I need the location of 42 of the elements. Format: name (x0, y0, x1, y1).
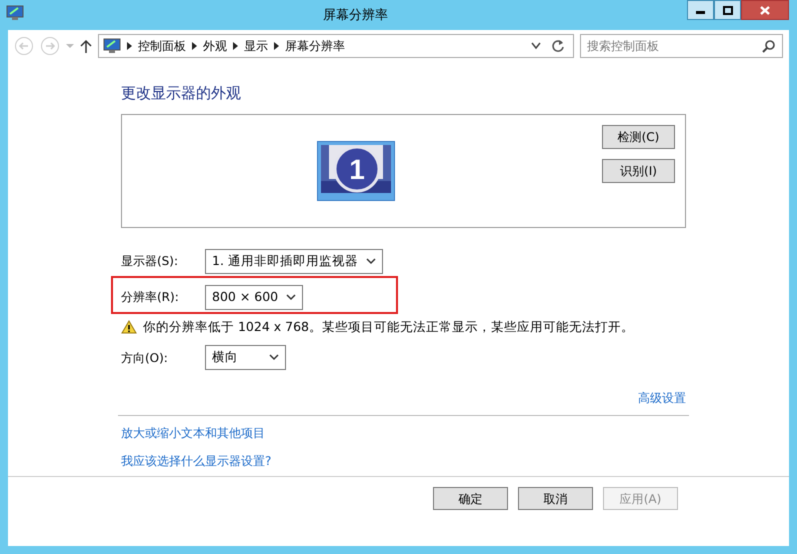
close-icon (760, 6, 770, 14)
monitor-drawing[interactable]: 1 (316, 141, 394, 201)
field-label: 方向(O): (121, 350, 169, 367)
chevron-right-icon (192, 42, 197, 50)
chevron-down-icon (286, 294, 296, 300)
advanced-settings-link[interactable]: 高级设置 (638, 390, 686, 405)
refresh-icon[interactable] (551, 39, 565, 53)
dropdown[interactable]: 1. 通用非即插即用监视器 (205, 248, 383, 274)
window-title: 屏幕分辨率 (322, 7, 389, 25)
help-link[interactable]: 放大或缩小文本和其他项目 (121, 424, 265, 442)
chevron-down-icon[interactable] (531, 42, 541, 50)
breadcrumb-item[interactable]: 显示 (244, 37, 268, 55)
dialog-button[interactable]: 确定 (433, 487, 508, 510)
panel-button[interactable]: 检测(C) (602, 125, 675, 149)
breadcrumb-item[interactable]: 外观 (203, 37, 227, 55)
close-button[interactable] (741, 0, 789, 20)
chevron-down-icon (269, 354, 279, 362)
dropdown[interactable]: 800 × 600 (205, 284, 304, 310)
panel-button[interactable]: 识别(I) (602, 159, 675, 183)
warning-icon (121, 320, 137, 334)
field-label: 显示器(S): (121, 253, 180, 270)
chevron-right-icon (274, 42, 279, 50)
dialog-button[interactable]: 取消 (518, 487, 593, 510)
up-arrow-icon[interactable] (80, 39, 92, 53)
chevron-down-icon (366, 258, 376, 264)
maximize-button[interactable] (714, 0, 741, 20)
search-field[interactable]: 搜索控制面板 (580, 34, 783, 58)
maximize-icon (722, 6, 732, 14)
search-icon (762, 40, 775, 53)
monitor-icon (103, 38, 121, 54)
address-bar[interactable]: 控制面板 外观 显示 屏幕分辨率 (98, 34, 574, 58)
chevron-right-icon (233, 42, 238, 50)
app-icon (6, 5, 24, 21)
help-link[interactable]: 我应该选择什么显示器设置? (121, 452, 272, 470)
field-label: 分辨率(R): (121, 289, 180, 306)
page-heading: 更改显示器的外观 (121, 84, 242, 102)
minimize-button[interactable] (687, 0, 714, 20)
breadcrumb-item[interactable]: 屏幕分辨率 (285, 37, 345, 55)
warning-text: 你的分辨率低于 1024 x 768。某些项目可能无法正常显示，某些应用可能无法打开。 (143, 318, 634, 336)
orientation-dropdown[interactable]: 横向 (205, 345, 286, 370)
breadcrumb-item[interactable]: 控制面板 (138, 37, 186, 55)
chevron-right-icon (127, 42, 132, 50)
